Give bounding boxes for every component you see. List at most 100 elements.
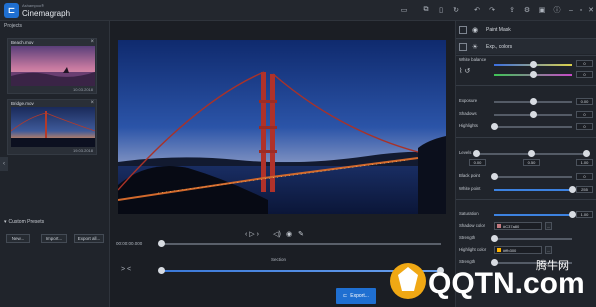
levels-white-value[interactable]: 1.00: [576, 159, 593, 166]
video-preview[interactable]: [118, 40, 446, 214]
levels-black-handle[interactable]: [473, 150, 480, 157]
black-point-value[interactable]: 0: [576, 173, 593, 180]
shadow-strength-slider[interactable]: [491, 235, 572, 242]
levels-slider[interactable]: [473, 150, 590, 157]
section-end-handle[interactable]: [437, 267, 444, 274]
temperature-value[interactable]: 0: [576, 60, 593, 67]
temperature-slider[interactable]: [494, 61, 572, 68]
close-icon[interactable]: ×: [90, 39, 94, 45]
shadows-slider[interactable]: [494, 111, 572, 118]
levels-black-value[interactable]: 0.00: [469, 159, 486, 166]
highlight-color-more-button[interactable]: …: [545, 246, 552, 254]
project-name: Beach.mov: [11, 40, 34, 45]
highlight-color-select[interactable]: #ffb300: [494, 246, 542, 254]
paint-mask-checkbox[interactable]: [459, 25, 467, 34]
shadow-color-select[interactable]: #C37a80: [494, 222, 542, 230]
black-point-label: Black point: [459, 173, 481, 178]
tab-exp-colors[interactable]: ☀ Exp., colors: [456, 39, 596, 54]
shadow-color-more-button[interactable]: …: [545, 222, 552, 230]
exposure-value[interactable]: 0.00: [576, 98, 593, 105]
eyedropper-icon[interactable]: ✎: [296, 229, 306, 239]
timecode: 00:00:00.000: [116, 241, 143, 246]
divider: [456, 85, 596, 86]
saturation-handle[interactable]: [569, 211, 576, 218]
white-point-handle[interactable]: [569, 186, 576, 193]
levels-mid-handle[interactable]: [528, 150, 535, 157]
tab-label: Paint Mask: [486, 26, 511, 33]
app-logo: ⊏: [4, 3, 19, 18]
levels-white-handle[interactable]: [583, 150, 590, 157]
timeline-slider[interactable]: [158, 240, 441, 247]
section-range-slider[interactable]: [158, 267, 444, 274]
exp-colors-checkbox[interactable]: [459, 42, 467, 51]
project-date: 10.03.2018: [72, 87, 93, 92]
white-point-label: White point: [459, 186, 481, 191]
timeline-handle[interactable]: [158, 240, 165, 247]
collapse-panel-button[interactable]: ‹: [0, 157, 8, 171]
import-preset-button[interactable]: Import...: [41, 234, 67, 243]
exposure-slider[interactable]: [494, 98, 572, 105]
editor-area: ‹ ▷ › ◁) ◉ ✎ 00:00:00.000 Section > < ⊏ …: [111, 21, 454, 307]
shadows-label: Shadows: [459, 111, 477, 116]
new-preset-button[interactable]: New...: [6, 234, 30, 243]
shadows-handle[interactable]: [530, 111, 537, 118]
eyedropper-icon[interactable]: ⌇ ↺: [459, 67, 470, 75]
project-name: Bridge.mov: [11, 101, 34, 106]
highlight-color-label: Highlight color: [459, 247, 487, 252]
highlights-value[interactable]: 0: [576, 123, 593, 130]
white-point-value[interactable]: 255: [576, 186, 593, 193]
highlights-slider[interactable]: [491, 123, 572, 130]
black-point-slider[interactable]: [491, 173, 572, 180]
tint-value[interactable]: 0: [576, 71, 593, 78]
frame-step-controls[interactable]: ‹ ▷ ›: [241, 229, 263, 239]
color-swatch: [497, 224, 501, 228]
temperature-handle[interactable]: [530, 61, 537, 68]
project-date: 19.03.2018: [72, 148, 93, 153]
redo-icon[interactable]: ↷: [487, 5, 497, 15]
tab-paint-mask[interactable]: ◉ Paint Mask: [456, 22, 596, 37]
export-button[interactable]: ⊏ Export...: [336, 288, 376, 304]
maximize-icon[interactable]: ▫: [576, 5, 586, 15]
divider: [456, 199, 596, 200]
copy-icon[interactable]: ⧉: [421, 5, 431, 15]
share-icon[interactable]: ⇪: [507, 5, 517, 15]
saturation-label: Saturation: [459, 211, 479, 216]
info-icon[interactable]: ⓘ: [552, 5, 562, 15]
close-icon[interactable]: ×: [90, 100, 94, 106]
history-icon[interactable]: ↻: [451, 5, 461, 15]
project-card[interactable]: Bridge.mov × 19.03.2018: [7, 99, 97, 155]
white-point-slider[interactable]: [494, 186, 576, 193]
section-start-handle[interactable]: [158, 267, 165, 274]
project-card[interactable]: Beach.mov × 10.03.2018: [7, 38, 97, 94]
levels-label: Levels: [459, 150, 472, 155]
levels-mid-value[interactable]: 0.50: [523, 159, 540, 166]
eye-icon[interactable]: ◉: [284, 229, 294, 239]
layout-icon[interactable]: ▣: [537, 5, 547, 15]
saturation-value[interactable]: 1.00: [576, 211, 593, 218]
close-icon[interactable]: ✕: [586, 5, 596, 15]
folder-icon[interactable]: ▭: [399, 5, 409, 15]
shadow-strength-handle[interactable]: [491, 235, 498, 242]
saturation-slider[interactable]: [494, 211, 576, 218]
shadows-value[interactable]: 0: [576, 111, 593, 118]
highlights-handle[interactable]: [491, 123, 498, 130]
settings-icon[interactable]: ⚙: [522, 5, 532, 15]
highlight-strength-slider[interactable]: [491, 259, 572, 266]
tint-slider[interactable]: [494, 71, 572, 78]
shadow-color-label: Shadow color: [459, 223, 486, 228]
undo-icon[interactable]: ↶: [472, 5, 482, 15]
volume-icon[interactable]: ◁): [272, 229, 282, 239]
highlight-strength-handle[interactable]: [491, 259, 498, 266]
project-thumbnail: [11, 46, 95, 86]
black-point-handle[interactable]: [491, 173, 498, 180]
minimize-icon[interactable]: –: [566, 5, 576, 15]
export-all-button[interactable]: Export all...: [74, 234, 104, 243]
color-swatch: [497, 248, 501, 252]
tint-handle[interactable]: [530, 71, 537, 78]
exposure-handle[interactable]: [530, 98, 537, 105]
page-icon[interactable]: ▯: [436, 5, 446, 15]
app-title: Cinemagraph: [22, 9, 71, 18]
custom-presets-header[interactable]: ▾ Custom Presets: [4, 219, 44, 225]
loop-direction-icon[interactable]: > <: [121, 266, 131, 273]
white-balance-label: White balance: [459, 57, 487, 62]
